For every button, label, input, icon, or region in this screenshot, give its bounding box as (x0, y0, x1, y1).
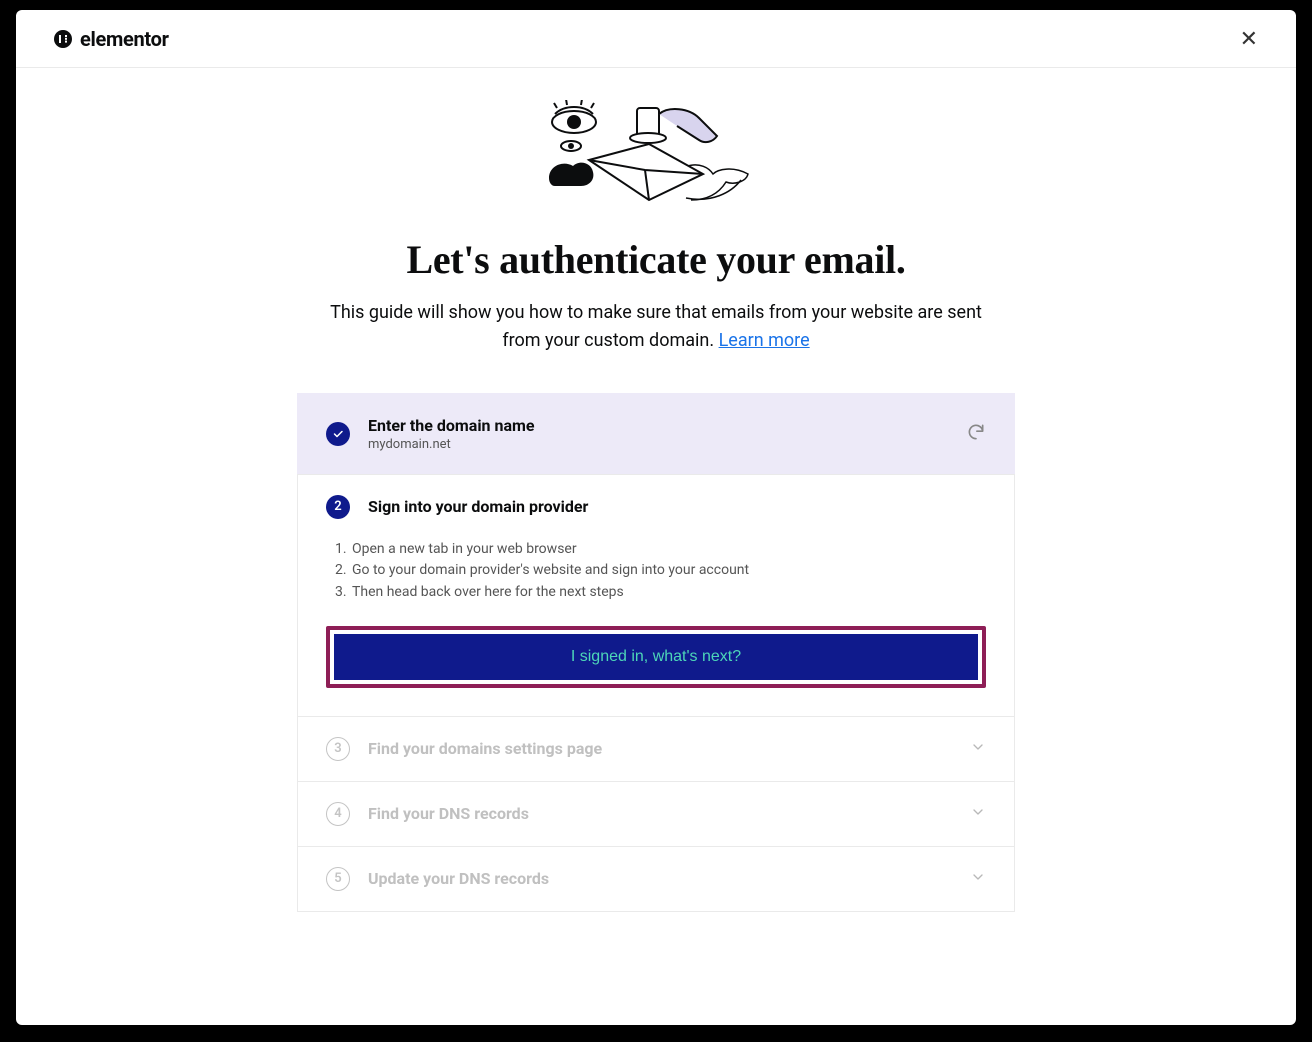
refresh-icon[interactable] (966, 422, 986, 446)
step-2: 2 Sign into your domain provider Open a … (297, 474, 1015, 717)
chevron-down-icon (970, 804, 986, 824)
signed-in-button[interactable]: I signed in, what's next? (334, 634, 978, 680)
step-3-title: Find your domains settings page (368, 739, 952, 758)
step-1-value: mydomain.net (368, 437, 948, 452)
step-5-number: 5 (326, 867, 350, 891)
step-4-header[interactable]: 4 Find your DNS records (298, 782, 1014, 846)
hero-illustration (541, 100, 771, 220)
subtitle-text: This guide will show you how to make sur… (330, 302, 982, 351)
step-4-number: 4 (326, 802, 350, 826)
step-5-title: Update your DNS records (368, 869, 952, 888)
step-1-title-wrap: Enter the domain name mydomain.net (368, 416, 948, 452)
page-subtitle: This guide will show you how to make sur… (316, 299, 996, 355)
chevron-down-icon (970, 739, 986, 759)
elementor-logo-icon (54, 30, 72, 48)
step-5-header[interactable]: 5 Update your DNS records (298, 847, 1014, 911)
instruction-1: Open a new tab in your web browser (350, 539, 986, 561)
step-2-number: 2 (326, 495, 350, 519)
step-1: Enter the domain name mydomain.net (297, 393, 1015, 475)
step-3-header[interactable]: 3 Find your domains settings page (298, 717, 1014, 781)
step-4: 4 Find your DNS records (297, 781, 1015, 847)
step-2-title: Sign into your domain provider (368, 497, 986, 516)
check-icon (326, 422, 350, 446)
step-2-header[interactable]: 2 Sign into your domain provider (298, 475, 1014, 539)
step-1-title: Enter the domain name (368, 416, 948, 435)
brand-text: elementor (80, 27, 169, 51)
modal-header: elementor ✕ (16, 10, 1296, 68)
step-2-body: Open a new tab in your web browser Go to… (298, 539, 1014, 716)
modal-container: elementor ✕ (16, 10, 1296, 1025)
content: Let's authenticate your email. This guid… (16, 68, 1296, 911)
page-title: Let's authenticate your email. (406, 236, 905, 283)
close-icon[interactable]: ✕ (1240, 28, 1258, 50)
learn-more-link[interactable]: Learn more (719, 330, 810, 351)
instruction-3: Then head back over here for the next st… (350, 582, 986, 604)
brand: elementor (54, 27, 169, 51)
steps-list: Enter the domain name mydomain.net 2 Sig… (297, 393, 1015, 911)
step-3: 3 Find your domains settings page (297, 716, 1015, 782)
step-1-header[interactable]: Enter the domain name mydomain.net (298, 394, 1014, 474)
step-5: 5 Update your DNS records (297, 846, 1015, 912)
cta-highlight: I signed in, what's next? (326, 626, 986, 688)
step-4-title: Find your DNS records (368, 804, 952, 823)
step-2-instructions: Open a new tab in your web browser Go to… (326, 539, 986, 604)
chevron-down-icon (970, 869, 986, 889)
step-3-number: 3 (326, 737, 350, 761)
instruction-2: Go to your domain provider's website and… (350, 560, 986, 582)
